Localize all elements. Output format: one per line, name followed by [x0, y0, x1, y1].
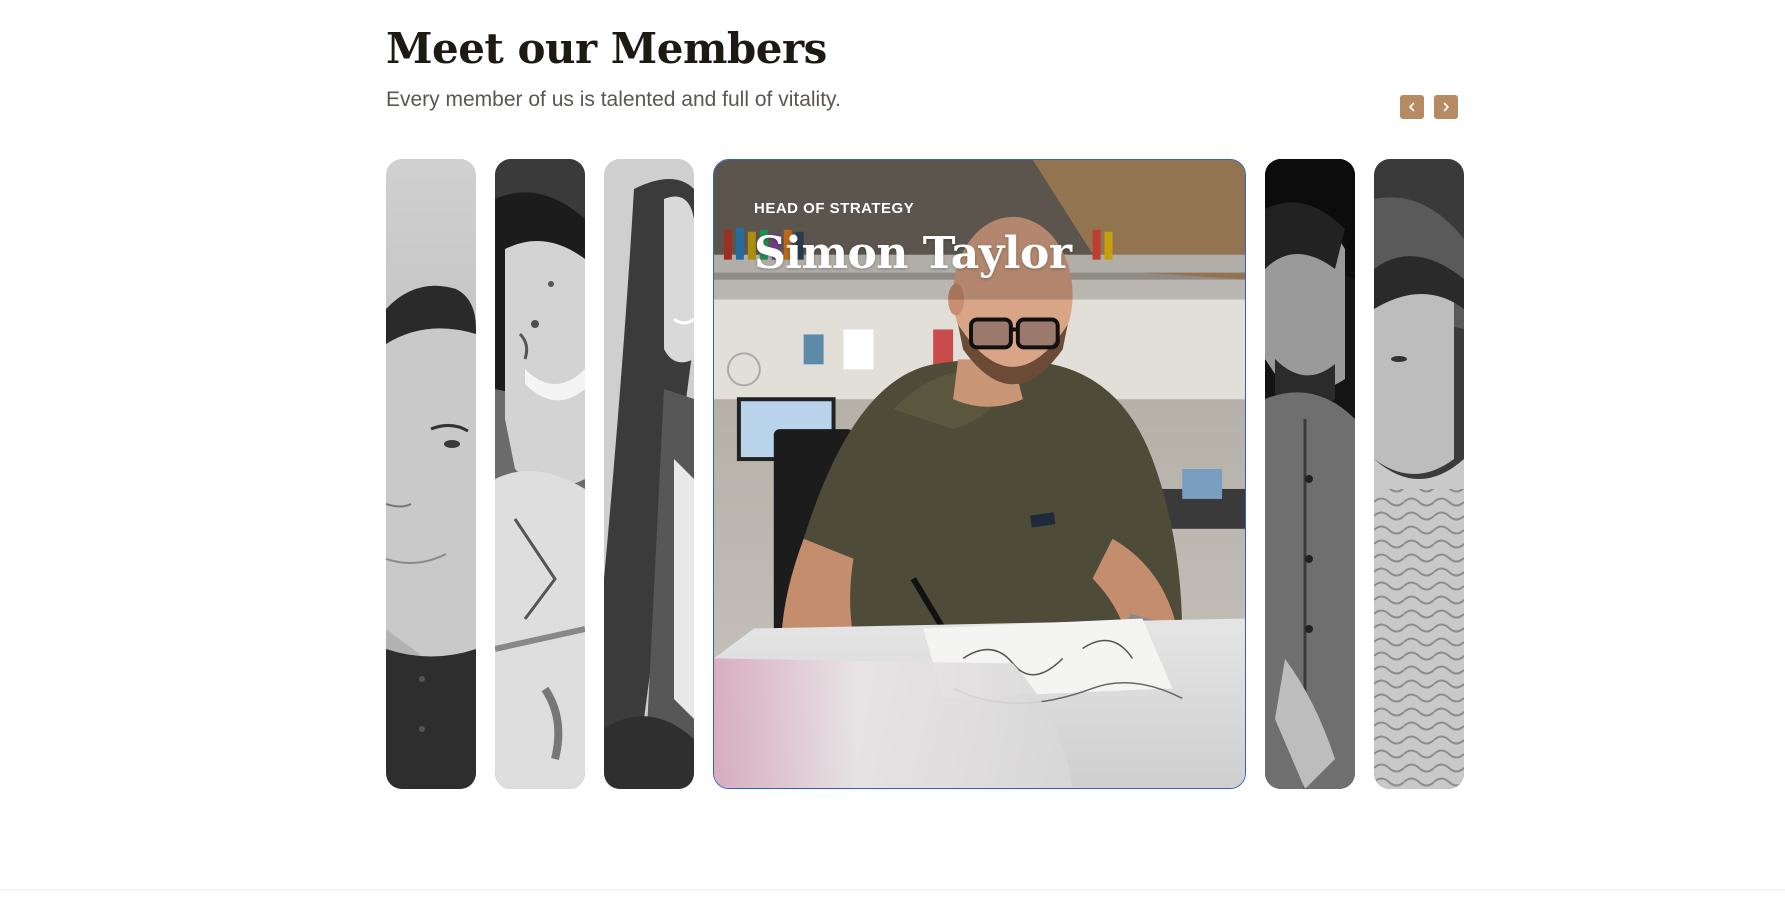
chevron-right-icon — [1441, 100, 1451, 115]
member-card[interactable] — [1265, 159, 1355, 789]
chevron-left-icon — [1407, 100, 1417, 115]
carousel-prev-button[interactable] — [1400, 95, 1424, 119]
member-card[interactable] — [1374, 159, 1464, 789]
member-photo — [386, 159, 476, 789]
member-photo — [1374, 159, 1464, 789]
member-photo — [1265, 159, 1355, 789]
section-subtitle: Every member of us is talented and full … — [386, 88, 841, 111]
member-card[interactable] — [604, 159, 694, 789]
section-title: Meet our Members — [386, 24, 827, 73]
member-card-active[interactable]: HEAD OF STRATEGY Simon Taylor — [713, 159, 1246, 789]
member-card[interactable] — [495, 159, 585, 789]
member-photo — [495, 159, 585, 789]
member-name: Simon Taylor — [754, 228, 1072, 279]
member-photo — [604, 159, 694, 789]
carousel-next-button[interactable] — [1434, 95, 1458, 119]
member-role: HEAD OF STRATEGY — [754, 200, 915, 217]
members-carousel: HEAD OF STRATEGY Simon Taylor — [386, 159, 1464, 789]
section-divider — [0, 889, 1785, 890]
member-card[interactable] — [386, 159, 476, 789]
members-section: Meet our Members Every member of us is t… — [386, 0, 1464, 889]
